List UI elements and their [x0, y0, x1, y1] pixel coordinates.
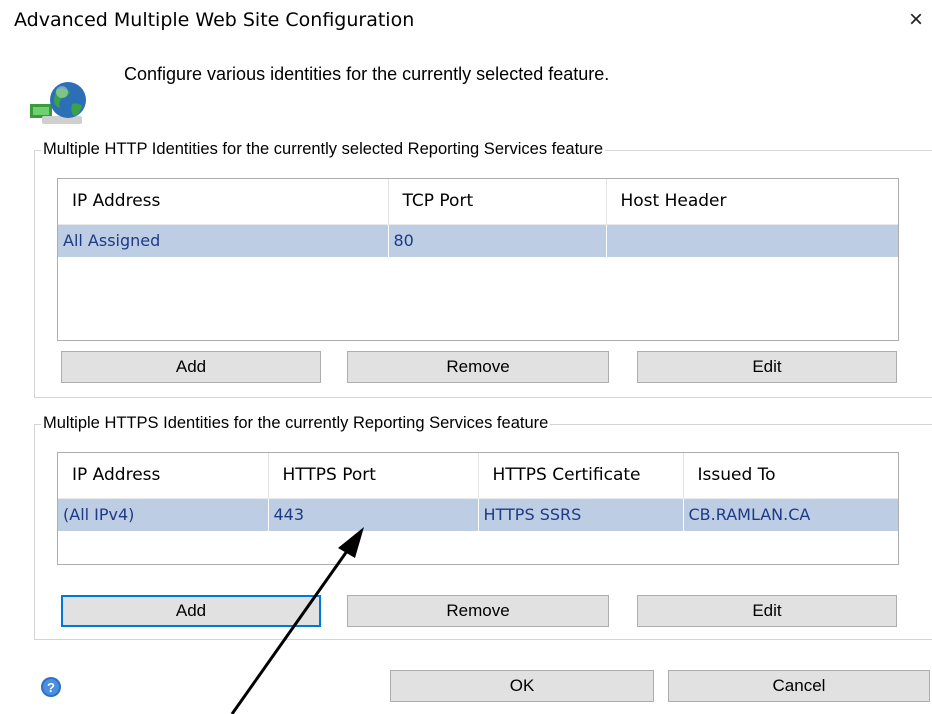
table-row[interactable]: All Assigned 80: [58, 224, 898, 257]
https-remove-button[interactable]: Remove: [347, 595, 609, 627]
http-identities-group: Multiple HTTP Identities for the current…: [34, 140, 932, 398]
cancel-button[interactable]: Cancel: [668, 670, 930, 702]
help-icon[interactable]: ?: [40, 676, 62, 698]
table-header-row: IP Address TCP Port Host Header: [58, 179, 898, 225]
column-header-https-port[interactable]: HTTPS Port: [268, 453, 479, 499]
https-identities-list[interactable]: IP Address HTTPS Port HTTPS Certificate …: [57, 452, 899, 565]
header-description: Configure various identities for the cur…: [124, 64, 610, 84]
column-header-tcp-port[interactable]: TCP Port: [388, 179, 607, 225]
https-add-button[interactable]: Add: [61, 595, 321, 627]
svg-text:?: ?: [47, 680, 55, 695]
http-add-button[interactable]: Add: [61, 351, 321, 383]
column-header-ip-address[interactable]: IP Address: [58, 179, 389, 225]
title-bar: Advanced Multiple Web Site Configuration…: [0, 0, 932, 42]
http-identities-list[interactable]: IP Address TCP Port Host Header All Assi…: [57, 178, 899, 341]
https-edit-button[interactable]: Edit: [637, 595, 897, 627]
https-identities-table: IP Address HTTPS Port HTTPS Certificate …: [58, 453, 898, 531]
column-header-https-certificate[interactable]: HTTPS Certificate: [478, 453, 684, 499]
column-header-issued-to[interactable]: Issued To: [683, 453, 898, 499]
ok-button[interactable]: OK: [390, 670, 654, 702]
http-identities-table: IP Address TCP Port Host Header All Assi…: [58, 179, 898, 257]
column-header-ip-address[interactable]: IP Address: [58, 453, 269, 499]
http-edit-button[interactable]: Edit: [637, 351, 897, 383]
cell-tcp-port: 80: [388, 224, 607, 257]
close-icon[interactable]: ×: [902, 6, 930, 34]
http-group-legend: Multiple HTTP Identities for the current…: [41, 140, 606, 159]
cell-https-certificate: HTTPS SSRS: [478, 498, 684, 531]
window-title: Advanced Multiple Web Site Configuration: [14, 9, 415, 31]
cell-https-port: 443: [268, 498, 479, 531]
cell-host-header: [606, 224, 898, 257]
cell-ip-address: (All IPv4): [58, 498, 269, 531]
https-group-legend: Multiple HTTPS Identities for the curren…: [41, 414, 551, 433]
table-header-row: IP Address HTTPS Port HTTPS Certificate …: [58, 453, 898, 499]
globe-network-icon: [30, 82, 86, 124]
cell-issued-to: CB.RAMLAN.CA: [683, 498, 898, 531]
column-header-host-header[interactable]: Host Header: [606, 179, 898, 225]
table-row[interactable]: (All IPv4) 443 HTTPS SSRS CB.RAMLAN.CA: [58, 498, 898, 531]
cell-ip-address: All Assigned: [58, 224, 389, 257]
https-identities-group: Multiple HTTPS Identities for the curren…: [34, 414, 932, 640]
http-remove-button[interactable]: Remove: [347, 351, 609, 383]
